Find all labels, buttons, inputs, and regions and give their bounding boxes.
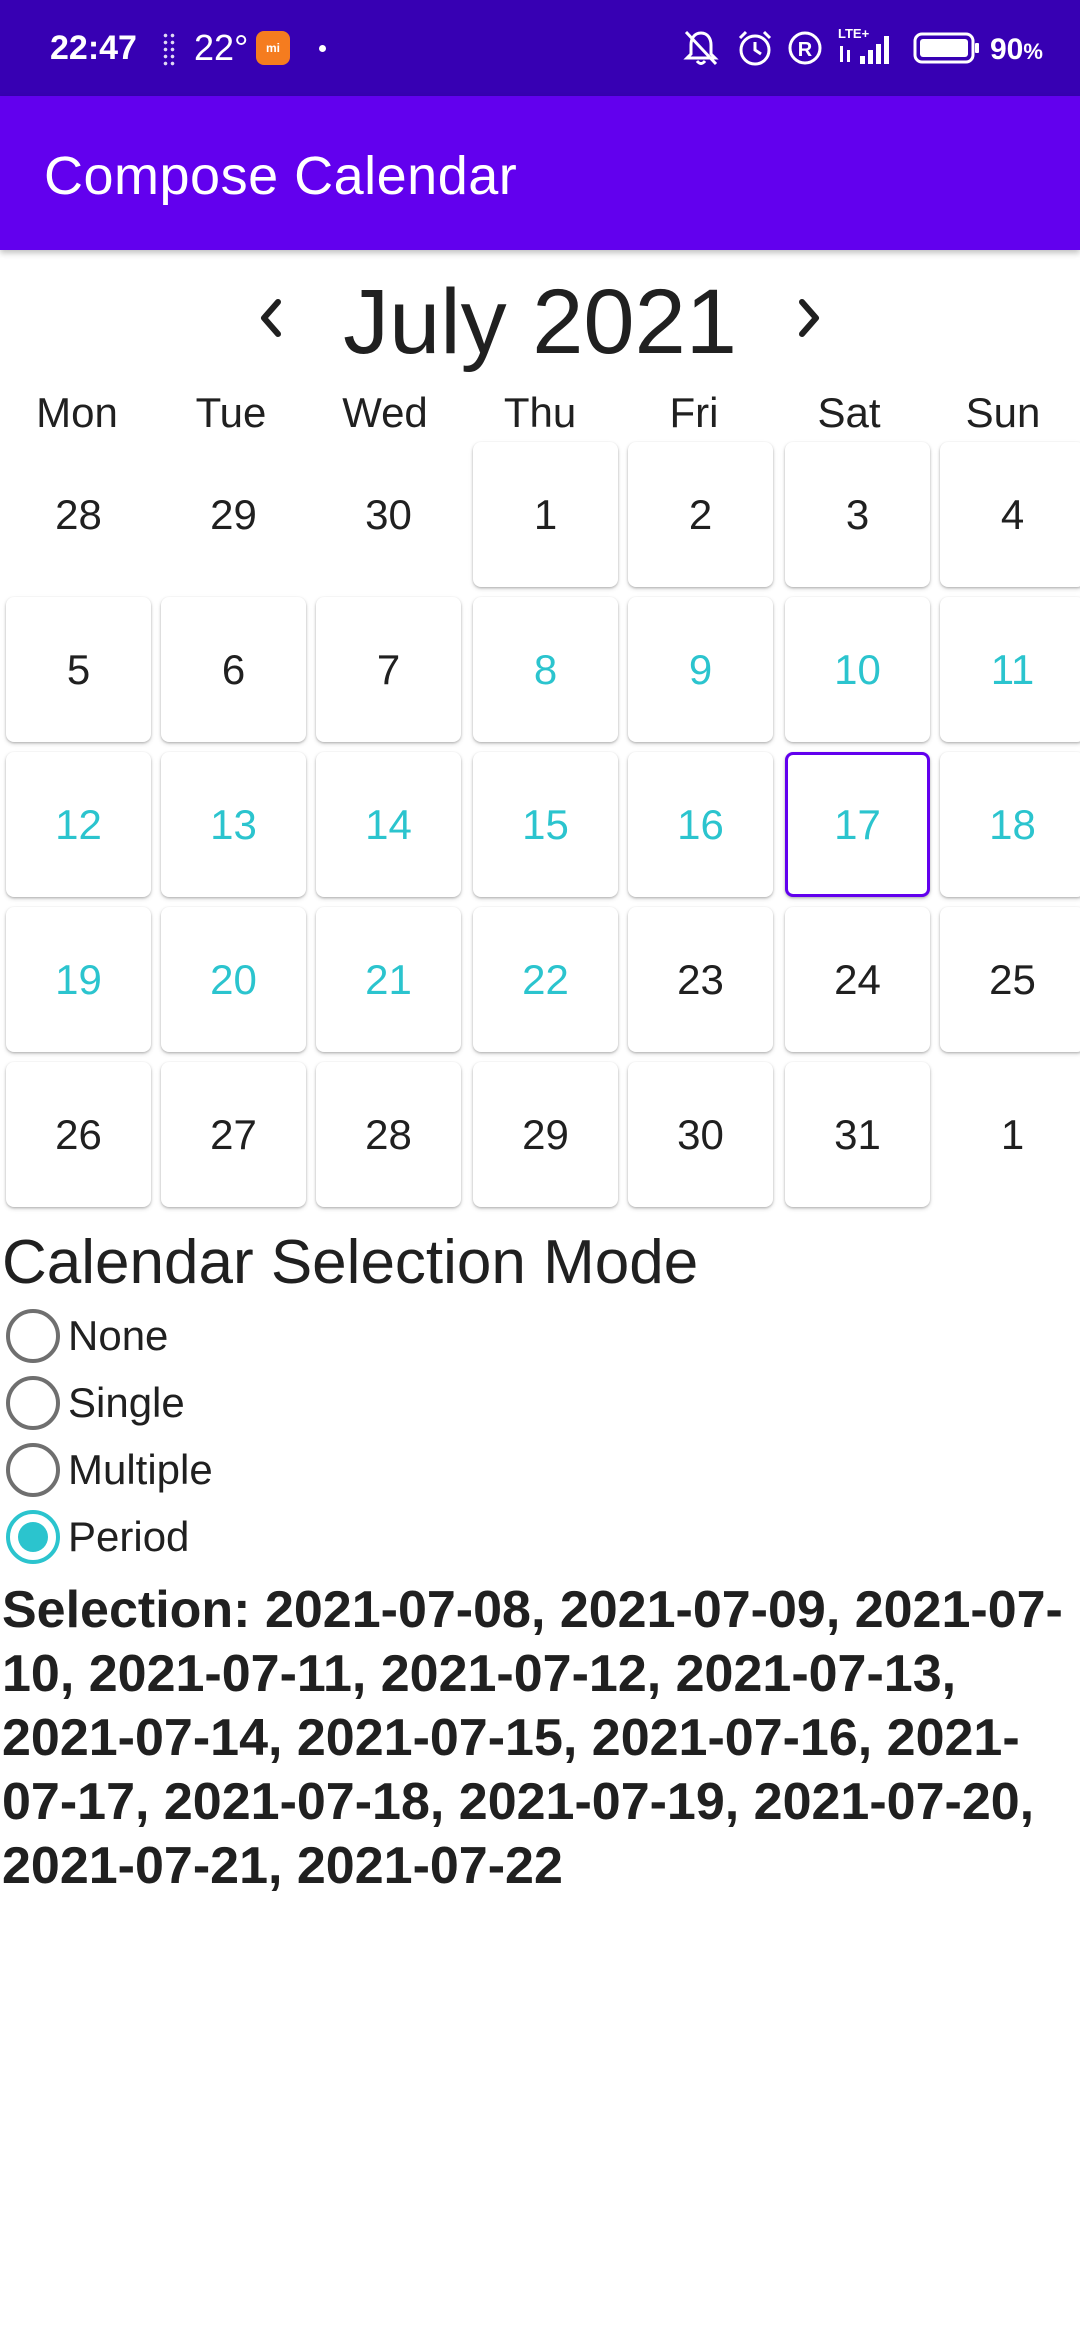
radio-label: None bbox=[68, 1312, 169, 1359]
mute-icon bbox=[682, 28, 720, 73]
calendar-day[interactable]: 6 bbox=[161, 597, 306, 742]
weekday-label: Thu bbox=[503, 389, 577, 436]
status-temperature: 22° bbox=[194, 27, 249, 68]
radio-button[interactable] bbox=[6, 1309, 60, 1363]
selection-mode-title: Calendar Selection Mode bbox=[2, 1228, 699, 1297]
radio-option-period[interactable]: Period bbox=[6, 1504, 506, 1570]
radio-label: Period bbox=[68, 1513, 190, 1560]
calendar-day[interactable]: 24 bbox=[785, 907, 930, 1052]
calendar-day[interactable]: 22 bbox=[473, 907, 618, 1052]
calendar-day[interactable]: 11 bbox=[940, 597, 1080, 742]
radio-label: Single bbox=[68, 1379, 185, 1426]
calendar-day[interactable]: 25 bbox=[940, 907, 1080, 1052]
svg-text:R: R bbox=[798, 39, 813, 61]
calendar-day[interactable]: 21 bbox=[316, 907, 461, 1052]
calendar-day[interactable]: 23 bbox=[628, 907, 773, 1052]
month-header: July 2021 bbox=[0, 262, 1080, 372]
notification-dot-icon bbox=[319, 45, 326, 52]
battery-icon bbox=[912, 30, 982, 71]
calendar-day[interactable]: 4 bbox=[940, 442, 1080, 587]
calendar-day[interactable]: 15 bbox=[473, 752, 618, 897]
calendar-day[interactable]: 19 bbox=[6, 907, 151, 1052]
status-bar: 22:47 22° mi R LTE+ 90% bbox=[0, 0, 1080, 96]
calendar-day[interactable]: 7 bbox=[316, 597, 461, 742]
weekday-label: Mon bbox=[36, 389, 118, 436]
calendar-day-today[interactable]: 17 bbox=[785, 752, 930, 897]
weekday-label: Sat bbox=[817, 389, 881, 436]
calendar-day[interactable]: 2 bbox=[628, 442, 773, 587]
weekday-header-row: Mon Tue Wed Thu Fri Sat Sun bbox=[0, 383, 1080, 443]
calendar-day[interactable]: 13 bbox=[161, 752, 306, 897]
next-month-button[interactable] bbox=[774, 282, 846, 354]
radio-button[interactable] bbox=[6, 1443, 60, 1497]
app-title: Compose Calendar bbox=[44, 146, 518, 206]
calendar-day[interactable]: 20 bbox=[161, 907, 306, 1052]
battery-percentage: 90% bbox=[990, 33, 1043, 66]
calendar-day[interactable]: 16 bbox=[628, 752, 773, 897]
selection-summary: Selection: 2021-07-08, 2021-07-09, 2021-… bbox=[2, 1581, 1063, 1895]
calendar-day[interactable]: 3 bbox=[785, 442, 930, 587]
calendar-day[interactable]: 27 bbox=[161, 1062, 306, 1207]
radio-button[interactable] bbox=[6, 1376, 60, 1430]
calendar-day[interactable]: 28 bbox=[316, 1062, 461, 1207]
calendar-day[interactable]: 29 bbox=[473, 1062, 618, 1207]
weekday-label: Wed bbox=[342, 389, 428, 436]
mi-app-icon: mi bbox=[256, 31, 290, 65]
calendar-day[interactable]: 26 bbox=[6, 1062, 151, 1207]
weekday-label: Tue bbox=[195, 389, 267, 436]
network-type-label: LTE+ bbox=[838, 26, 870, 41]
calendar-day-outside-month: 29 bbox=[210, 490, 257, 538]
radio-label: Multiple bbox=[68, 1446, 213, 1493]
alarm-icon bbox=[735, 28, 775, 73]
radio-option-none[interactable]: None bbox=[6, 1303, 506, 1369]
app-bar: Compose Calendar bbox=[0, 96, 1080, 250]
calendar-day[interactable]: 1 bbox=[473, 442, 618, 587]
calendar-day-outside-month: 1 bbox=[1000, 1110, 1025, 1158]
calendar-day[interactable]: 31 bbox=[785, 1062, 930, 1207]
status-time: 22:47 bbox=[50, 29, 137, 67]
calendar-day[interactable]: 8 bbox=[473, 597, 618, 742]
radio-option-multiple[interactable]: Multiple bbox=[6, 1437, 506, 1503]
calendar-day[interactable]: 12 bbox=[6, 752, 151, 897]
dotted-indicator-icon bbox=[162, 32, 176, 66]
signal-icon: LTE+ bbox=[836, 26, 898, 73]
calendar-day[interactable]: 10 bbox=[785, 597, 930, 742]
chevron-left-icon bbox=[261, 299, 281, 337]
registered-icon: R bbox=[786, 28, 824, 73]
calendar-day-outside-month: 30 bbox=[365, 490, 412, 538]
radio-button-checked[interactable] bbox=[6, 1510, 60, 1564]
calendar-day[interactable]: 18 bbox=[940, 752, 1080, 897]
calendar-day[interactable]: 9 bbox=[628, 597, 773, 742]
chevron-right-icon bbox=[799, 299, 819, 337]
calendar-day-outside-month: 28 bbox=[55, 490, 102, 538]
weekday-label: Fri bbox=[669, 389, 719, 436]
radio-option-single[interactable]: Single bbox=[6, 1370, 506, 1436]
weekday-label: Sun bbox=[965, 389, 1041, 436]
calendar-grid: 28 29 30 1 2 3 4 5 6 7 8 9 10 11 12 13 14 15 16 17 18 19 20 21 2… bbox=[0, 442, 1080, 1212]
calendar-day[interactable]: 30 bbox=[628, 1062, 773, 1207]
month-title: July 2021 bbox=[343, 271, 737, 373]
calendar-day[interactable]: 5 bbox=[6, 597, 151, 742]
calendar-day[interactable]: 14 bbox=[316, 752, 461, 897]
